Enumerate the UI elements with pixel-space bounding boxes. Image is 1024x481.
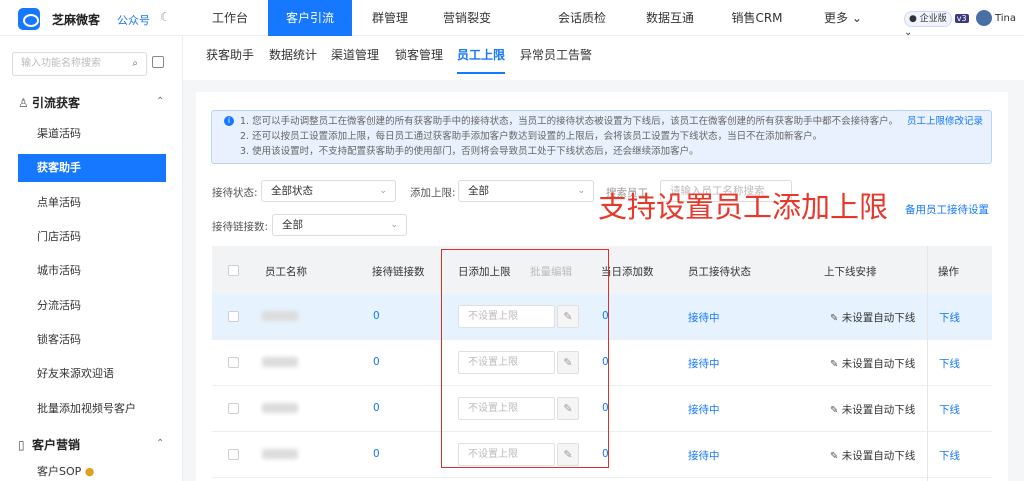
version-badge: v3 (954, 14, 969, 23)
notice-box: i 1. 您可以手动调整员工在微客创建的所有获客助手中的接待状态，当员工的接待状… (211, 110, 992, 164)
sidebar-item-order-code[interactable]: 点单活码 (18, 189, 166, 217)
layout-icon[interactable] (152, 56, 164, 68)
offline-action-link[interactable]: 下线 (939, 310, 960, 325)
th-links: 接待链接数 (372, 266, 425, 278)
sidebar-item-channel-code[interactable]: 渠道活码 (18, 120, 166, 148)
staff-name-blurred (262, 449, 298, 459)
links-count: 0 (373, 310, 380, 322)
row-checkbox[interactable] (228, 311, 239, 322)
nav-marketing-fission[interactable]: 营销裂变 (437, 0, 497, 36)
schedule-cell[interactable]: ✎ 未设置自动下线 (830, 402, 915, 417)
offline-action-link[interactable]: 下线 (939, 356, 960, 371)
nav-session-qc[interactable]: 会话质检 (552, 0, 612, 36)
sidebar-section-marketing[interactable]: ▯ 客户营销 (18, 436, 80, 453)
staff-name-blurred (262, 311, 298, 321)
links-select[interactable]: 全部 ⌄ (272, 214, 407, 236)
row-checkbox[interactable] (228, 449, 239, 460)
user-icon: ♙ (18, 96, 29, 110)
chevron-down-icon: ⌄ (577, 186, 585, 196)
brand-name: 芝麻微客 (52, 13, 101, 27)
notice-line: 2. 还可以按员工设置添加上限，每日员工通过获客助手添加客户数达到设置的上限后，… (240, 131, 823, 142)
account-area[interactable]: ● 企业版 v3 Tina ⌄ (904, 10, 1024, 38)
row-checkbox[interactable] (228, 357, 239, 368)
theme-toggle-icon[interactable]: ☾ (160, 10, 171, 24)
sidebar-item-welcome[interactable]: 好友来源欢迎语 (18, 360, 166, 388)
th-status: 员工接待状态 (688, 266, 751, 278)
notice-line: 1. 您可以手动调整员工在微客创建的所有获客助手中的接待状态，当员工的接待状态被… (240, 116, 899, 127)
tab-stats[interactable]: 数据统计 (269, 46, 317, 63)
links-count: 0 (373, 402, 380, 414)
enterprise-badge: ● 企业版 (904, 11, 952, 27)
highlight-box (441, 249, 609, 468)
gzh-link[interactable]: 公众号 (117, 12, 150, 28)
tab-staff-limit[interactable]: 员工上限 (457, 46, 506, 74)
annotation-overlay-text: 支持设置员工添加上限 (598, 190, 889, 224)
th-name: 员工名称 (265, 266, 307, 278)
fixed-column-divider (927, 246, 928, 481)
nav-customer-acquisition[interactable]: 客户引流 (268, 0, 352, 36)
chevron-down-icon: ⌄ (904, 27, 913, 38)
sidebar-item-sop[interactable]: 客户SOP ● (18, 462, 166, 481)
chevron-up-icon[interactable]: ⌃ (156, 438, 164, 449)
status-text: 接待中 (688, 404, 720, 416)
links-filter-label: 接待链接数: (212, 221, 269, 233)
th-action: 操作 (938, 266, 959, 278)
sidebar-item-video-customers[interactable]: 批量添加视频号客户 (18, 395, 166, 423)
links-count: 0 (373, 448, 380, 460)
sidebar-item-city-code[interactable]: 城市活码 (18, 257, 166, 285)
tab-channels[interactable]: 渠道管理 (331, 46, 379, 63)
limit-select[interactable]: 全部 ⌄ (458, 180, 594, 202)
pencil-icon: ✎ (830, 451, 839, 462)
nav-data-sync[interactable]: 数据互通 (640, 0, 700, 36)
schedule-cell[interactable]: ✎ 未设置自动下线 (830, 310, 915, 325)
status-text: 接待中 (688, 358, 720, 370)
chevron-down-icon: ⌄ (390, 220, 398, 230)
pencil-icon: ✎ (830, 359, 839, 370)
tab-assistant[interactable]: 获客助手 (206, 46, 254, 63)
staff-name-blurred (262, 357, 298, 367)
chevron-up-icon[interactable]: ⌃ (156, 96, 164, 107)
user-name: Tina (994, 13, 1016, 24)
status-text: 接待中 (688, 312, 720, 324)
chevron-down-icon: ⌄ (379, 186, 387, 196)
sidebar-section-acquisition[interactable]: ♙ 引流获客 (18, 94, 80, 111)
tab-lock-management[interactable]: 锁客管理 (395, 46, 443, 63)
doc-icon: ▯ (18, 438, 25, 452)
staff-name-blurred (262, 403, 298, 413)
status-select[interactable]: 全部状态 ⌄ (261, 180, 396, 202)
sidebar-item-split-code[interactable]: 分流活码 (18, 292, 166, 320)
links-count: 0 (373, 356, 380, 368)
notice-line: 3. 使用该设置时，不支持配置获客助手的使用部门，否则将会导致员工处于下线状态后… (240, 146, 699, 157)
sidebar-item-store-code[interactable]: 门店活码 (18, 223, 166, 251)
status-filter-label: 接待状态: (212, 187, 258, 199)
pencil-icon: ✎ (830, 405, 839, 416)
crown-icon: ● (84, 465, 95, 478)
status-text: 接待中 (688, 450, 720, 462)
nav-workbench[interactable]: 工作台 (200, 0, 260, 36)
avatar[interactable] (975, 10, 992, 26)
nav-more[interactable]: 更多 ⌄ (818, 0, 868, 36)
top-bar: 芝麻微客 公众号 ☾ 工作台 客户引流 群管理 营销裂变 会话质检 数据互通 销… (0, 0, 1024, 38)
schedule-cell[interactable]: ✎ 未设置自动下线 (830, 356, 915, 371)
offline-action-link[interactable]: 下线 (939, 402, 960, 417)
nav-sales-crm[interactable]: 销售CRM (727, 0, 787, 36)
th-schedule: 上下线安排 (824, 266, 877, 278)
pencil-icon: ✎ (830, 313, 839, 324)
schedule-cell[interactable]: ✎ 未设置自动下线 (830, 448, 915, 463)
search-icon: ⌕ (132, 58, 138, 69)
app-logo-icon (18, 8, 40, 30)
sidebar-item-acquisition-assistant[interactable]: 获客助手 (18, 154, 166, 182)
info-icon: i (224, 116, 234, 126)
tab-abnormal-alert[interactable]: 异常员工告警 (520, 46, 592, 63)
nav-group-management[interactable]: 群管理 (360, 0, 420, 36)
sidebar-search-input[interactable]: 输入功能名称搜索 ⌕ (12, 52, 147, 76)
backup-staff-setting-link[interactable]: 备用员工接待设置 (905, 202, 989, 217)
limit-filter-label: 添加上限: (410, 187, 456, 199)
select-all-checkbox[interactable] (228, 265, 239, 276)
row-checkbox[interactable] (228, 403, 239, 414)
limit-history-link[interactable]: 员工上限修改记录 (907, 114, 983, 129)
offline-action-link[interactable]: 下线 (939, 448, 960, 463)
sidebar-item-lock-code[interactable]: 锁客活码 (18, 326, 166, 354)
